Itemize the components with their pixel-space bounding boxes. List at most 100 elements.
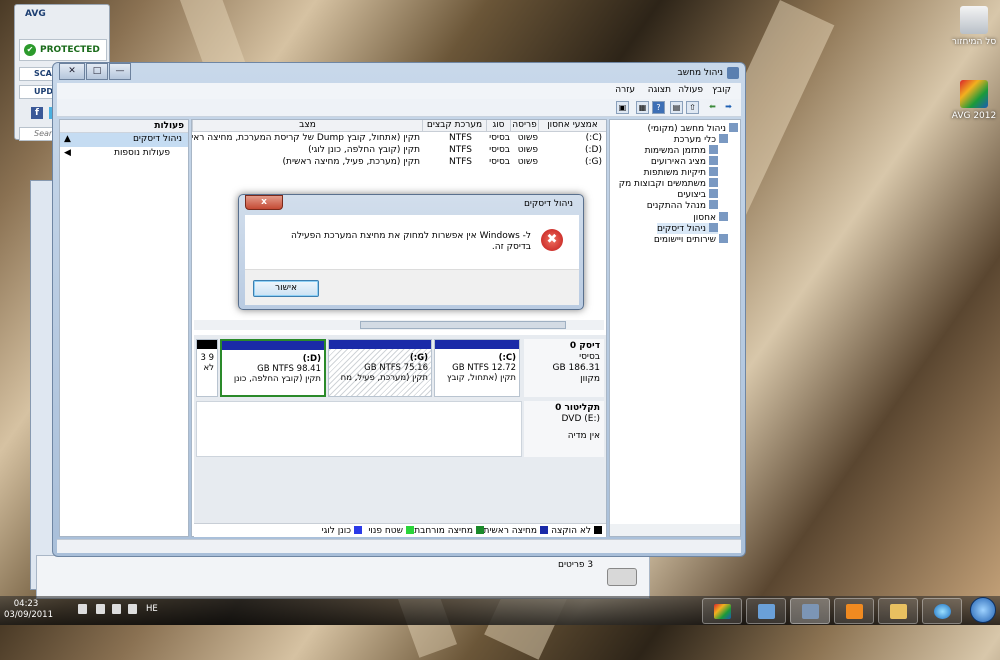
clock-icon: [709, 145, 718, 154]
scrollbar-thumb[interactable]: [360, 321, 566, 329]
status-cell: תקין (מערכת, פעיל, מחיצה ראשית): [282, 157, 420, 167]
taskbar-avg[interactable]: [702, 598, 742, 624]
menu-bar: קובץ פעולה תצוגה עזרה: [57, 83, 741, 99]
taskbar-computer-management[interactable]: [790, 598, 830, 624]
collapse-arrow-icon: ▲: [64, 134, 71, 144]
layout-cell: פשוט: [517, 133, 538, 143]
forward-icon[interactable]: ⬅: [706, 101, 719, 114]
recycle-bin-icon: [960, 6, 988, 34]
type-cell: בסיסי: [489, 133, 510, 143]
taskbar-internet-explorer[interactable]: [922, 598, 962, 624]
column-header-volume[interactable]: אמצעי אחסון: [538, 120, 606, 132]
partition-color-bar: [329, 340, 431, 349]
tree-horizontal-scrollbar[interactable]: [610, 524, 740, 536]
cdrom-0-label[interactable]: תקליטור 0 DVD (E:) אין מדיה: [524, 401, 604, 457]
help-icon[interactable]: ?: [652, 101, 665, 114]
legend-item: שטח פנוי: [368, 526, 414, 536]
tree-item-local-users[interactable]: משתמשים וקבוצות מק: [619, 178, 718, 189]
tools-icon: [719, 134, 728, 143]
partition-unallocated[interactable]: 9 3 לא: [196, 339, 218, 397]
actions-disk-management[interactable]: ▲ ניהול דיסקים: [60, 133, 188, 147]
column-header-type[interactable]: סוג: [486, 120, 510, 132]
dialog-footer: אישור: [245, 269, 579, 305]
drive-icon: [607, 568, 637, 586]
partition-color-bar: [435, 340, 519, 349]
language-indicator[interactable]: HE: [146, 604, 158, 614]
start-button[interactable]: [968, 596, 998, 625]
device-manager-icon: [709, 200, 718, 209]
disk-state: מקוון: [580, 374, 600, 384]
error-icon: ✖: [541, 229, 563, 251]
tree-item-services-applications[interactable]: שירותים ויישומים: [654, 234, 728, 245]
ok-button[interactable]: אישור: [253, 280, 319, 297]
tree-item-storage[interactable]: אחסון: [693, 212, 728, 223]
actions-pane: פעולות ▲ ניהול דיסקים ◀ פעולות נוספות: [59, 119, 189, 537]
tree-item-performance[interactable]: ביצועים: [677, 189, 718, 200]
back-icon[interactable]: ➡: [722, 101, 735, 114]
facebook-icon[interactable]: f: [31, 107, 43, 119]
partition-color-bar: [222, 341, 324, 350]
action-center-icon[interactable]: [112, 604, 121, 614]
event-viewer-icon: [709, 156, 718, 165]
media-player-icon: [846, 604, 863, 619]
filesystem-cell: NTFS: [449, 133, 472, 143]
export-icon[interactable]: ▣: [616, 101, 629, 114]
title-bar[interactable]: ✕ □ — ניהול מחשב: [53, 63, 745, 83]
menu-help[interactable]: עזרה: [615, 85, 635, 95]
tree-item-disk-management[interactable]: ניהול דיסקים: [656, 223, 718, 234]
performance-icon: [709, 189, 718, 198]
volume-icon[interactable]: [78, 604, 87, 614]
dialog-title: ניהול דיסקים: [523, 199, 573, 209]
column-header-status[interactable]: מצב: [192, 120, 422, 132]
layout-cell: פשוט: [517, 157, 538, 167]
partition-c[interactable]: (C:) 12.72 GB NTFS תקין (אתחול, קובץ: [434, 339, 520, 397]
volume-list-scrollbar[interactable]: [194, 320, 604, 330]
maximize-button[interactable]: □: [86, 63, 108, 80]
desktop-icon-avg[interactable]: AVG 2012: [944, 80, 1000, 121]
navigation-tree: ניהול מחשב (מקומי) כלי מערכת מתזמן המשימ…: [609, 119, 741, 537]
tree-item-system-tools[interactable]: כלי מערכת: [674, 134, 728, 145]
show-hidden-icons-icon[interactable]: [128, 604, 137, 614]
taskbar-windows-explorer[interactable]: [878, 598, 918, 624]
network-tray-icon[interactable]: [96, 604, 105, 614]
taskbar: 04:23 03/09/2011 HE: [0, 596, 1000, 625]
show-hide-tree-icon[interactable]: ▤: [670, 101, 683, 114]
legend-item: מחיצה מורחבת: [414, 526, 484, 536]
minimize-button[interactable]: —: [109, 63, 131, 80]
column-header-layout[interactable]: פריסה: [510, 120, 538, 132]
close-button[interactable]: ✕: [59, 63, 85, 80]
avg-logo: AVG: [25, 9, 46, 19]
actions-header: פעולות: [60, 120, 188, 133]
disk-0-label[interactable]: דיסק 0 בסיסי 186.31 GB מקוון: [524, 339, 604, 397]
type-cell: בסיסי: [489, 145, 510, 155]
dialog-body: ✖ ל- Windows אין אפשרות למחוק את מחיצת ה…: [245, 215, 579, 269]
clock-date: 03/09/2011: [4, 610, 53, 620]
legend-item: מחיצה ראשית: [484, 526, 548, 536]
menu-action[interactable]: פעולה: [678, 85, 703, 95]
tree-item-computer-management[interactable]: ניהול מחשב (מקומי): [648, 123, 738, 134]
clock-time: 04:23: [13, 599, 39, 609]
partition-g[interactable]: (G:) 75.16 GB NTFS תקין (מערכת, פעיל, מח: [328, 339, 432, 397]
dialog-close-button[interactable]: x: [245, 195, 283, 210]
disk-management-pane: אמצעי אחסון פריסה סוג מערכת קבצים מצב (C…: [191, 119, 607, 537]
tree-item-event-viewer[interactable]: מציג האירועים: [651, 156, 718, 167]
tree-item-device-manager[interactable]: מנהל ההתקנים: [647, 200, 718, 211]
windows-explorer-icon: [890, 604, 907, 619]
volume-cell: (C:): [585, 133, 602, 143]
submenu-arrow-icon: ◀: [64, 148, 71, 158]
tree-item-shared-folders[interactable]: תיקיות משותפות: [644, 167, 718, 178]
desktop-icon-label: סל המיחזור: [951, 37, 997, 47]
tree-item-task-scheduler[interactable]: מתזמן המשימות: [645, 145, 718, 156]
actions-more[interactable]: ◀ פעולות נוספות: [60, 147, 188, 161]
taskbar-media-player[interactable]: [834, 598, 874, 624]
column-header-filesystem[interactable]: מערכת קבצים: [422, 120, 486, 132]
up-icon[interactable]: ⇧: [686, 101, 699, 114]
menu-file[interactable]: קובץ: [712, 85, 731, 95]
menu-view[interactable]: תצוגה: [648, 85, 671, 95]
clock[interactable]: 04:23 03/09/2011: [4, 599, 53, 621]
properties-icon[interactable]: ▦: [636, 101, 649, 114]
desktop-icon-recycle-bin[interactable]: סל המיחזור: [944, 6, 1000, 47]
partition-d[interactable]: (D:) 98.41 GB NTFS תקין (קובץ החלפה, כונ…: [220, 339, 326, 397]
taskbar-network[interactable]: [746, 598, 786, 624]
error-dialog[interactable]: ניהול דיסקים x ✖ ל- Windows אין אפשרות ל…: [238, 194, 584, 310]
